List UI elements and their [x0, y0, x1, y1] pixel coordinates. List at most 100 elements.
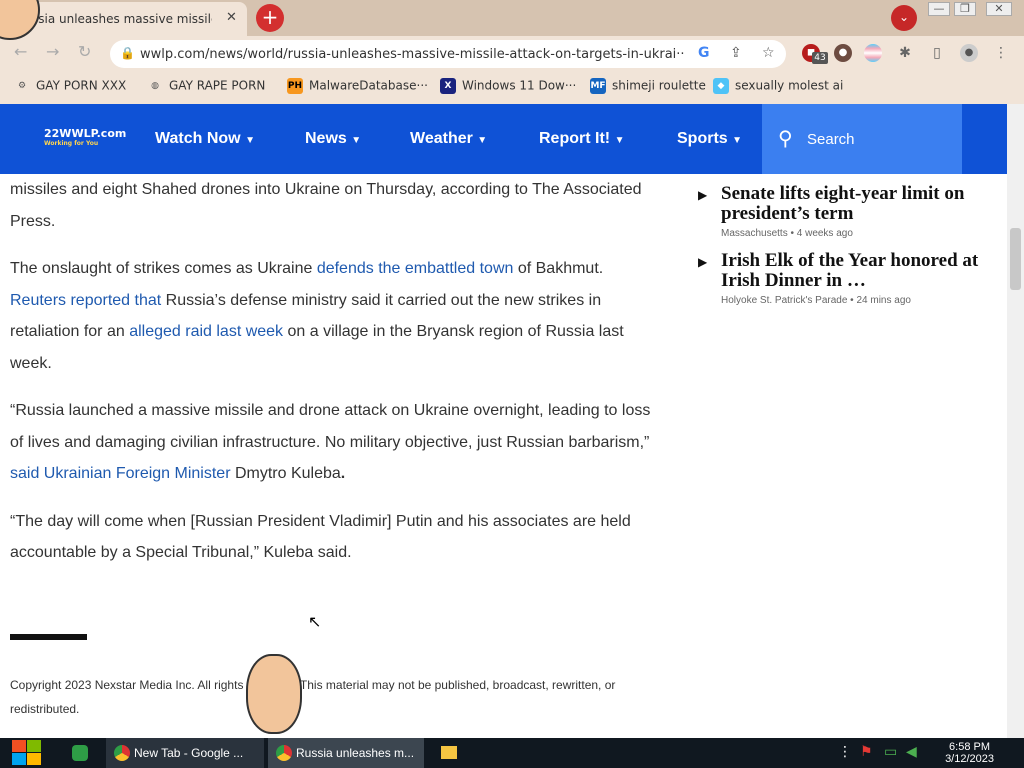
ph-icon: PH: [287, 78, 303, 94]
triangle-right-icon: ▶: [698, 188, 708, 202]
page-scrollbar[interactable]: [1007, 104, 1024, 738]
bookmark-label: GAY RAPE PORN: [169, 78, 266, 93]
menu-icon[interactable]: ⋮: [992, 44, 1010, 62]
forward-icon[interactable]: →: [46, 42, 59, 61]
bookmark-item[interactable]: ⚙ GAY PORN XXX: [14, 78, 126, 94]
bookmark-label: shimeji roulette: [612, 78, 706, 93]
caret-down-icon: ▼: [614, 135, 625, 146]
clock[interactable]: 6:58 PM 3/12/2023: [945, 741, 994, 765]
headline-item[interactable]: ▶ Senate lifts eight-year limit on presi…: [698, 184, 1004, 240]
scrollbar-thumb[interactable]: [1010, 228, 1021, 290]
url-text[interactable]: wwlp.com/news/world/russia-unleashes-mas…: [140, 47, 685, 62]
headline-title[interactable]: Irish Elk of the Year honored at Irish D…: [721, 251, 1004, 291]
bookmark-label: Windows 11 Dow···: [462, 78, 577, 93]
bookmark-star-icon[interactable]: ☆: [762, 45, 775, 61]
share-icon[interactable]: ⇪: [730, 45, 742, 61]
flag-icon[interactable]: ⚑: [860, 744, 873, 760]
nav-watch-now[interactable]: Watch Now ▼: [155, 130, 255, 148]
mf-icon: MF: [590, 78, 606, 94]
extension-badge: 43: [812, 52, 828, 64]
reload-icon[interactable]: ↻: [78, 42, 91, 61]
article-paragraph: “The day will come when [Russian Preside…: [10, 512, 631, 562]
close-window-button[interactable]: ✕: [986, 2, 1012, 16]
link-foreign-minister[interactable]: said Ukrainian Foreign Minister: [10, 465, 231, 482]
lock-icon[interactable]: 🔒: [120, 46, 135, 60]
x-icon: X: [440, 78, 456, 94]
taskbar-app-label: New Tab - Google ...: [134, 746, 244, 760]
search-input[interactable]: Search: [807, 131, 855, 148]
link-defends-embattled-town[interactable]: defends the embattled town: [317, 260, 514, 277]
tab-search-icon[interactable]: ⌄: [891, 5, 917, 31]
time: 6:58 PM: [949, 741, 991, 753]
overflow-icon[interactable]: ⋮: [838, 744, 852, 760]
link-reuters-reported[interactable]: Reuters reported that: [10, 292, 161, 309]
text: .: [340, 465, 346, 482]
extension-avatar-icon[interactable]: ●: [834, 44, 852, 62]
mouse-cursor-icon: ↖: [308, 612, 322, 631]
maximize-button[interactable]: ❐: [954, 2, 976, 16]
headline-meta: Holyoke St. Patrick's Parade • 24 mins a…: [721, 295, 911, 306]
bookmarks-bar: ⚙ GAY PORN XXX ◍ GAY RAPE PORN PH MalwareDa…: [0, 70, 1024, 102]
chrome-icon: [114, 745, 130, 761]
divider: [10, 634, 87, 640]
nav-weather[interactable]: Weather ▼: [410, 130, 487, 148]
bookmark-item[interactable]: X Windows 11 Dow···: [440, 78, 576, 94]
headline-title[interactable]: Senate lifts eight-year limit on preside…: [721, 184, 1004, 224]
search-box[interactable]: ⚲ Search: [762, 104, 962, 174]
nav-sports[interactable]: Sports ▼: [677, 130, 742, 148]
bookmark-item[interactable]: ◍ GAY RAPE PORN: [147, 78, 265, 94]
bookmark-item[interactable]: PH MalwareDatabase···: [287, 78, 428, 94]
bookmark-item[interactable]: ◆ sexually molest ai: [713, 78, 843, 94]
tab-strip: ssia unleashes massive missile ✕ + ⌄ — ❐…: [0, 0, 1024, 36]
messaging-app-icon[interactable]: [72, 745, 88, 761]
link-alleged-raid[interactable]: alleged raid last week: [129, 323, 283, 340]
network-icon[interactable]: ▭: [884, 744, 897, 760]
extension-flag-icon[interactable]: [864, 44, 882, 62]
tab-title: ssia unleashes massive missile: [32, 12, 212, 26]
text: of Bakhmut.: [513, 260, 604, 277]
nav-label: News: [305, 130, 347, 147]
logo-text: 22WWLP.com: [44, 127, 127, 140]
nav-report-it[interactable]: Report It! ▼: [539, 130, 624, 148]
google-lens-icon[interactable]: G: [698, 45, 710, 61]
text: Dmytro Kuleba: [230, 465, 341, 482]
date: 3/12/2023: [945, 753, 994, 765]
bookmark-label: GAY PORN XXX: [36, 78, 127, 93]
bookmark-icon: ◆: [713, 78, 729, 94]
nav-label: Watch Now: [155, 130, 241, 147]
copyright-notice: Copyright 2023 Nexstar Media Inc. All ri…: [10, 678, 616, 716]
browser-chrome: ssia unleashes massive missile ✕ + ⌄ — ❐…: [0, 0, 1024, 104]
site-logo[interactable]: 22WWLP.com Working for You: [44, 127, 127, 148]
windows-start-icon[interactable]: [12, 740, 42, 766]
taskbar-chrome-article[interactable]: Russia unleashes m...: [268, 738, 424, 768]
text: The onslaught of strikes comes as Ukrain…: [10, 260, 317, 277]
close-tab-icon[interactable]: ✕: [226, 10, 237, 25]
profile-icon[interactable]: ●: [960, 44, 978, 62]
nav-news[interactable]: News ▼: [305, 130, 361, 148]
sidebar-headlines: ▶ Senate lifts eight-year limit on presi…: [698, 184, 1004, 318]
headline-item[interactable]: ▶ Irish Elk of the Year honored at Irish…: [698, 251, 1004, 307]
taskbar: New Tab - Google ... Russia unleashes m.…: [0, 738, 1024, 768]
caret-down-icon: ▼: [245, 135, 255, 146]
taskbar-app-label: Russia unleashes m...: [296, 746, 415, 760]
caret-down-icon: ▼: [351, 135, 362, 146]
logo-tagline: Working for You: [44, 140, 99, 147]
back-icon[interactable]: ←: [14, 42, 27, 61]
minimize-button[interactable]: —: [928, 2, 950, 16]
address-bar[interactable]: 🔒 wwlp.com/news/world/russia-unleashes-m…: [110, 40, 786, 68]
triangle-right-icon: ▶: [698, 255, 708, 269]
new-tab-button[interactable]: +: [256, 4, 284, 32]
bookmark-item[interactable]: MF shimeji roulette: [590, 78, 706, 94]
search-icon[interactable]: ⚲: [778, 126, 793, 150]
article-paragraph: The onslaught of strikes comes as Ukrain…: [10, 253, 660, 379]
article-paragraph: missiles and eight Shahed drones into Uk…: [10, 181, 642, 230]
volume-icon[interactable]: ◀: [906, 744, 917, 760]
taskbar-chrome-new-tab[interactable]: New Tab - Google ...: [106, 738, 264, 768]
caret-down-icon: ▼: [477, 135, 488, 146]
site-header: 22WWLP.com Working for You Watch Now ▼ N…: [0, 104, 1007, 174]
bookmark-label: MalwareDatabase···: [309, 78, 428, 93]
headline-meta: Massachusetts • 4 weeks ago: [721, 228, 853, 239]
side-panel-icon[interactable]: ▯: [928, 44, 946, 62]
file-explorer-icon[interactable]: [441, 746, 457, 759]
extensions-puzzle-icon[interactable]: ✱: [896, 44, 914, 62]
